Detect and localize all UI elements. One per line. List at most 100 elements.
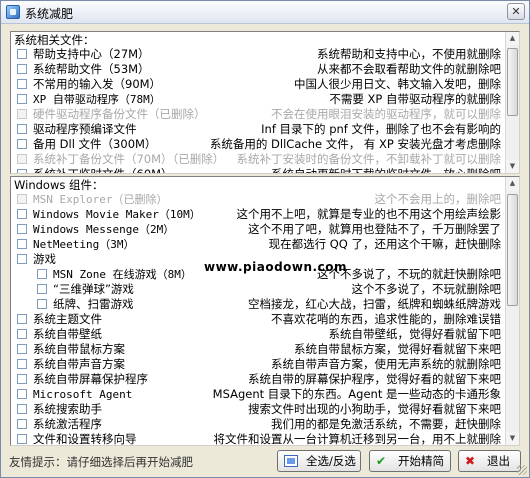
component-item[interactable]: Windows Movie Maker（10M） 这个用不上吧，就算是专业的也不用…: [11, 207, 505, 222]
item-name: “三维弹球”游戏: [53, 282, 134, 296]
item-checkbox[interactable]: [17, 389, 27, 399]
select-all-toggle-button[interactable]: 全选/反选: [277, 450, 361, 472]
item-name: Windows Messenge（2M）: [33, 223, 175, 236]
item-name: Microsoft Agent: [33, 388, 133, 401]
component-item[interactable]: NetMeeting（3M） 现在都选行 QQ 了，还用这个干嘛，赶快删除: [11, 237, 505, 252]
windows-components-scrollbar[interactable]: ▲ ▼: [505, 177, 519, 445]
item-name: 不常用的输入发（90M）: [33, 77, 162, 91]
item-name: 系统搜索助手: [33, 402, 102, 416]
component-item[interactable]: 系统激活程序 我们用的都是免激活系统，不需要，赶快删除: [11, 417, 505, 432]
component-item[interactable]: “三维弹球”游戏 这个不多说了，不玩就删除吧: [11, 282, 505, 297]
system-file-item[interactable]: 备用 Dll 文件（300M） 系统备用的 DllCache 文件， 有 XP 安…: [11, 137, 505, 152]
item-checkbox: [17, 154, 27, 164]
item-description: MSAgent 目录下的东西。Agent 是一些动态的卡通形象: [212, 387, 501, 401]
item-checkbox[interactable]: [17, 434, 27, 444]
item-checkbox[interactable]: [17, 404, 27, 414]
item-description: 系统自带的屏幕保护程序，觉得好看的就留下来吧: [248, 372, 501, 386]
item-checkbox[interactable]: [37, 269, 47, 279]
start-slim-button[interactable]: ✔ 开始精简: [369, 450, 451, 472]
exit-button[interactable]: ✖ 退出: [458, 450, 521, 472]
item-name: 系统主题文件: [33, 312, 102, 326]
item-name: Windows Movie Maker（10M）: [33, 208, 201, 221]
watermark-text: www.piaodown.com: [204, 260, 347, 274]
component-item[interactable]: 纸牌、扫雷游戏 空档接龙，红心大战，扫雷，纸牌和蜘蛛纸牌游戏: [11, 297, 505, 312]
item-checkbox[interactable]: [37, 284, 47, 294]
item-description: 系统备用的 DllCache 文件， 有 XP 安装光盘才考虑删除: [209, 137, 501, 151]
system-file-item[interactable]: 驱动程序预编译文件 Inf 目录下的 pnf 文件，删除了也不会有影响的: [11, 122, 505, 137]
system-file-item[interactable]: 帮助支持中心（27M） 系统帮助和支持中心，不使用就删除: [11, 47, 505, 62]
resize-grip-icon[interactable]: [517, 465, 527, 475]
item-checkbox[interactable]: [17, 329, 27, 339]
system-files-scrollbar[interactable]: ▲ ▼: [505, 32, 519, 173]
item-description: 这个不多说了，不玩就删除吧: [351, 282, 502, 296]
item-name: NetMeeting（3M）: [33, 238, 135, 251]
system-file-item[interactable]: 系统补丁临时文件（60M） 系统自动更新时下载的临时文件，放心删除吧: [11, 167, 505, 174]
scroll-up-icon[interactable]: ▲: [506, 32, 519, 45]
item-name: 系统自带声音方案: [33, 357, 125, 371]
system-file-item: 硬件驱动程序备份文件（已删除） 不会在使用眼泪安装的驱动程序，就可以删除: [11, 107, 505, 122]
item-checkbox: [17, 109, 27, 119]
item-checkbox[interactable]: [17, 359, 27, 369]
item-description: 空档接龙，红心大战，扫雷，纸牌和蜘蛛纸牌游戏: [248, 297, 501, 311]
component-item[interactable]: Microsoft Agent MSAgent 目录下的东西。Agent 是一些动…: [11, 387, 505, 402]
item-name: MSN Zone 在线游戏（8M）: [53, 268, 192, 281]
scroll-up-icon[interactable]: ▲: [506, 177, 519, 190]
main-window: 系统减肥 ✕ 系统相关文件： 帮助支持中心（27M） 系统帮助和支持中心，不使用就…: [0, 0, 530, 478]
component-item[interactable]: 系统自带鼠标方案 系统自带鼠标方案，觉得好看就留下来吧: [11, 342, 505, 357]
item-checkbox[interactable]: [17, 79, 27, 89]
scroll-down-icon[interactable]: ▼: [506, 432, 519, 445]
item-name: 系统帮助文件（53M）: [33, 62, 150, 76]
item-description: 系统自动更新时下载的临时文件，放心删除吧: [271, 167, 501, 174]
item-checkbox[interactable]: [37, 299, 47, 309]
close-button[interactable]: ✕: [507, 3, 525, 20]
item-name: 文件和设置转移向导: [33, 432, 137, 446]
item-checkbox[interactable]: [17, 254, 27, 264]
scroll-thumb[interactable]: [507, 194, 518, 306]
system-file-item[interactable]: 系统帮助文件（53M） 从来都不会取看帮助文件的就删除吧: [11, 62, 505, 77]
item-checkbox[interactable]: [17, 314, 27, 324]
item-checkbox[interactable]: [17, 224, 27, 234]
component-item[interactable]: 系统自带声音方案 系统自带声音方案，使用无声系统的就删除吧: [11, 357, 505, 372]
item-description: 这个不用了吧，就算用也登陆不了，千万删除罢了: [248, 222, 501, 236]
item-name: MSN Explorer（已删除）: [33, 193, 168, 206]
item-name: 系统激活程序: [33, 417, 102, 431]
item-checkbox[interactable]: [17, 239, 27, 249]
component-item[interactable]: 文件和设置转移向导 将文件和设置从一台计算机迁移到另一台，用不上就删除: [11, 432, 505, 446]
scroll-down-icon[interactable]: ▼: [506, 160, 519, 173]
scroll-thumb[interactable]: [507, 48, 518, 116]
item-name: 系统补丁临时文件（60M）: [33, 167, 173, 174]
item-checkbox[interactable]: [17, 344, 27, 354]
item-description: 中国人很少用日文、韩文输入发吧，删除: [294, 77, 501, 91]
item-checkbox[interactable]: [17, 124, 27, 134]
item-description: 不会在使用眼泪安装的驱动程序，就可以删除: [271, 107, 501, 121]
item-checkbox[interactable]: [17, 169, 27, 173]
item-description: 从来都不会取看帮助文件的就删除吧: [317, 62, 501, 76]
system-file-item[interactable]: 不常用的输入发（90M） 中国人很少用日文、韩文输入发吧，删除: [11, 77, 505, 92]
system-files-list: 帮助支持中心（27M） 系统帮助和支持中心，不使用就删除 系统帮助文件（53M） 从来…: [11, 47, 505, 174]
component-item[interactable]: 系统主题文件 不喜欢花哨的东西，追求性能的，删除难误错: [11, 312, 505, 327]
system-files-group: 系统相关文件： 帮助支持中心（27M） 系统帮助和支持中心，不使用就删除 系统帮助文…: [10, 31, 520, 174]
component-item[interactable]: 系统搜索助手 搜索文件时出现的小狗助手，觉得好看就留下来吧: [11, 402, 505, 417]
item-checkbox[interactable]: [17, 64, 27, 74]
item-checkbox[interactable]: [17, 374, 27, 384]
item-checkbox[interactable]: [17, 139, 27, 149]
system-file-item[interactable]: XP 自带驱动程序（78M） 不需要 XP 自带驱动程序的就删除: [11, 92, 505, 107]
exit-label: 退出: [487, 454, 510, 468]
item-checkbox[interactable]: [17, 419, 27, 429]
item-checkbox[interactable]: [17, 94, 27, 104]
item-name: 纸牌、扫雷游戏: [53, 297, 134, 311]
component-item[interactable]: 系统自带壁纸 系统自带壁纸，觉得好看就留下吧: [11, 327, 505, 342]
component-item[interactable]: 系统自带屏幕保护程序 系统自带的屏幕保护程序，觉得好看的就留下来吧: [11, 372, 505, 387]
item-description: 系统帮助和支持中心，不使用就删除: [317, 47, 501, 61]
windows-components-list: MSN Explorer（已删除） 这个不会用上的，删除吧 Windows Movi…: [11, 192, 505, 446]
item-name: 备用 Dll 文件（300M）: [33, 137, 157, 151]
windows-components-label: Windows 组件：: [14, 178, 104, 192]
item-description: 我们用的都是免激活系统，不需要，赶快删除: [271, 417, 501, 431]
item-checkbox[interactable]: [17, 209, 27, 219]
item-name: 系统自带屏幕保护程序: [33, 372, 148, 386]
item-name: 系统自带鼠标方案: [33, 342, 125, 356]
component-item[interactable]: Windows Messenge（2M） 这个不用了吧，就算用也登陆不了，千万删除…: [11, 222, 505, 237]
title-bar[interactable]: 系统减肥 ✕: [1, 1, 529, 24]
item-checkbox[interactable]: [17, 49, 27, 59]
select-all-toggle-label: 全选/反选: [306, 454, 356, 468]
